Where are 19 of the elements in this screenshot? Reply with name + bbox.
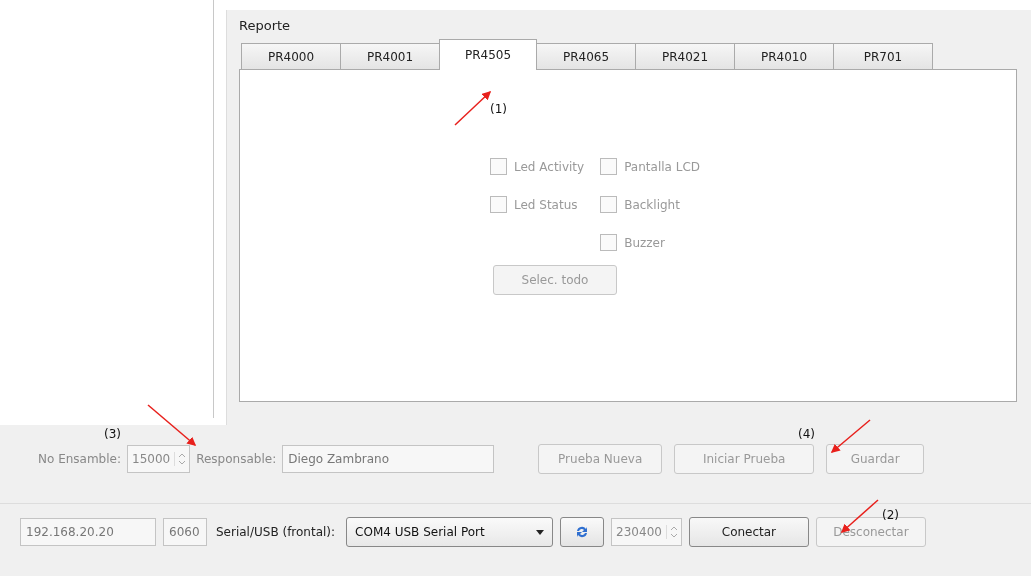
group-title: Reporte (239, 18, 291, 33)
responsible-label: Responsable: (196, 452, 277, 466)
annotation-label: (4) (798, 427, 815, 441)
tab[interactable]: PR701 (833, 43, 933, 69)
tab[interactable]: PR4021 (635, 43, 735, 69)
tab[interactable]: PR4000 (241, 43, 341, 69)
refresh-button[interactable] (560, 517, 605, 547)
tab[interactable]: PR4065 (536, 43, 636, 69)
serial-port-dropdown[interactable]: COM4 USB Serial Port (346, 517, 554, 547)
assembly-label: No Ensamble: (38, 452, 121, 466)
tab[interactable]: PR4001 (340, 43, 440, 69)
tab[interactable]: PR4505 (439, 39, 537, 70)
dropdown-arrow-icon (536, 529, 545, 535)
annotation-label: (3) (104, 427, 121, 441)
annotation-label: (1) (490, 102, 507, 116)
serial-label: Serial/USB (frontal): (216, 525, 336, 539)
port-field[interactable]: 6060 (163, 518, 207, 546)
connection-button[interactable]: Conectar (688, 517, 809, 547)
tab[interactable]: PR4010 (734, 43, 834, 69)
